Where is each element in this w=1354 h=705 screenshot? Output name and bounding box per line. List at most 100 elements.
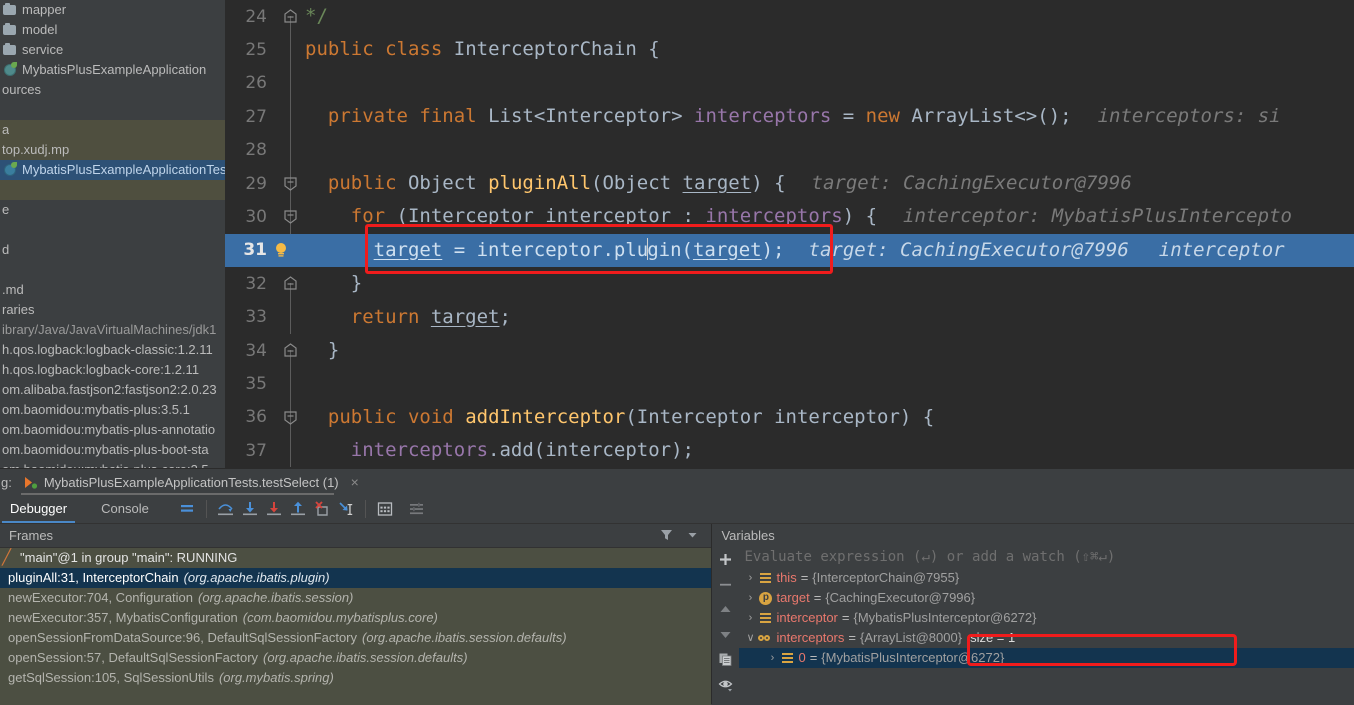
- show-execution-point-icon[interactable]: [175, 498, 199, 520]
- code-line-26[interactable]: 26: [225, 66, 1354, 101]
- tree-item[interactable]: ources: [0, 80, 225, 100]
- tree-item[interactable]: top.xudj.mp: [0, 140, 225, 160]
- tree-item[interactable]: mapper: [0, 0, 225, 20]
- tree-item[interactable]: d: [0, 240, 225, 260]
- copy-value-icon[interactable]: [715, 650, 737, 668]
- fold-collapse-icon[interactable]: [283, 343, 298, 358]
- code-line-27[interactable]: 27 private final List<Interceptor> inter…: [225, 100, 1354, 134]
- tree-item[interactable]: om.baomidou:mybatis-plus:3.5.1: [0, 400, 225, 420]
- tree-item[interactable]: [0, 220, 225, 240]
- chevron-right-icon[interactable]: ›: [765, 648, 779, 668]
- settings-icon[interactable]: [405, 498, 429, 520]
- code-line-32[interactable]: 32 }: [225, 267, 1354, 301]
- code-line-25[interactable]: 25 public class InterceptorChain {: [225, 33, 1354, 67]
- tree-item[interactable]: e: [0, 200, 225, 220]
- frame-row[interactable]: openSessionFromDataSource:96, DefaultSql…: [0, 628, 711, 648]
- fold-expand-icon[interactable]: [283, 176, 298, 191]
- fold-gutter[interactable]: [277, 434, 305, 468]
- remove-watch-icon[interactable]: [715, 575, 737, 593]
- argument-target[interactable]: target: [693, 239, 762, 261]
- chevron-right-icon[interactable]: ›: [743, 588, 757, 608]
- tree-item[interactable]: om.baomidou:mybatis-plus-annotatio: [0, 420, 225, 440]
- chevron-down-icon[interactable]: [686, 528, 699, 544]
- step-out-icon[interactable]: [286, 498, 310, 520]
- thread-row[interactable]: ╱ "main"@1 in group "main": RUNNING: [0, 548, 711, 568]
- tree-item[interactable]: MybatisPlusExampleApplication: [0, 60, 225, 80]
- variable-row[interactable]: › 0 = {MybatisPlusInterceptor@6272}: [739, 648, 1354, 668]
- fold-gutter[interactable]: [277, 200, 305, 234]
- filter-icon[interactable]: [659, 527, 674, 545]
- fold-expand-icon[interactable]: [283, 209, 298, 225]
- tree-item[interactable]: h.qos.logback:logback-core:1.2.11: [0, 360, 225, 380]
- fold-gutter[interactable]: [277, 166, 305, 201]
- variable-row[interactable]: › this = {InterceptorChain@7955}: [739, 568, 1354, 588]
- variables-tree[interactable]: Evaluate expression (↵) or add a watch (…: [739, 547, 1354, 704]
- method-name-addinterceptor[interactable]: addInterceptor: [465, 406, 625, 428]
- step-over-icon[interactable]: [214, 498, 238, 520]
- tree-item[interactable]: model: [0, 20, 225, 40]
- code-line-31-current[interactable]: 31 target = interceptor.plugin(target); t…: [225, 233, 1354, 268]
- fold-collapse-icon[interactable]: [283, 9, 298, 24]
- tree-item[interactable]: om.baomidou:mybatis-plus-core:3.5.: [0, 460, 225, 468]
- field-interceptors[interactable]: interceptors: [705, 205, 842, 227]
- tree-item[interactable]: a: [0, 120, 225, 140]
- tree-item[interactable]: .md: [0, 280, 225, 300]
- code-line-33[interactable]: 33 return target;: [225, 300, 1354, 334]
- variable-row[interactable]: ∨ interceptors = {ArrayList@8000} size = 1: [739, 628, 1354, 648]
- frame-row[interactable]: newExecutor:704, Configuration (org.apach…: [0, 588, 711, 608]
- fold-gutter[interactable]: [277, 267, 305, 301]
- code-line-37[interactable]: 37 interceptors.add(interceptor);: [225, 434, 1354, 468]
- fold-gutter[interactable]: [277, 100, 305, 134]
- param-target[interactable]: target: [683, 172, 752, 194]
- tree-item[interactable]: [0, 260, 225, 280]
- tree-item[interactable]: raries: [0, 300, 225, 320]
- tree-item[interactable]: service: [0, 40, 225, 60]
- variable-row[interactable]: › interceptor = {MybatisPlusInterceptor@627…: [739, 608, 1354, 628]
- code-line-29[interactable]: 29 public Object pluginAll(Object target…: [225, 166, 1354, 201]
- inline-debug-hint-interceptor[interactable]: interceptor: [1159, 239, 1285, 261]
- frame-row[interactable]: newExecutor:357, MybatisConfiguration (co…: [0, 608, 711, 628]
- chevron-right-icon[interactable]: ›: [743, 608, 757, 628]
- evaluate-expression-input[interactable]: Evaluate expression (↵) or add a watch (…: [739, 547, 1354, 568]
- fold-collapse-icon[interactable]: [283, 276, 298, 291]
- code-line-35[interactable]: 35: [225, 367, 1354, 401]
- field-interceptors[interactable]: interceptors: [351, 439, 488, 461]
- fold-gutter[interactable]: [277, 334, 305, 368]
- fold-gutter[interactable]: [277, 300, 305, 334]
- run-configuration-tab[interactable]: MybatisPlusExampleApplicationTests.testS…: [23, 469, 359, 495]
- tree-item[interactable]: [0, 180, 225, 200]
- tree-item[interactable]: om.alibaba.fastjson2:fastjson2:2.0.23: [0, 380, 225, 400]
- fold-gutter[interactable]: [277, 33, 305, 67]
- code-line-24[interactable]: 24 */: [225, 0, 1354, 34]
- tree-item[interactable]: ibrary/Java/JavaVirtualMachines/jdk1: [0, 320, 225, 340]
- move-up-icon[interactable]: [715, 600, 737, 618]
- fold-gutter[interactable]: [277, 133, 305, 167]
- code-line-28[interactable]: 28: [225, 133, 1354, 167]
- code-line-30[interactable]: 30 for (Interceptor interceptor : interc…: [225, 200, 1354, 234]
- variable-target[interactable]: target: [374, 239, 443, 261]
- frame-row[interactable]: pluginAll:31, InterceptorChain (org.apach…: [0, 568, 712, 588]
- inline-debug-hint[interactable]: target: CachingExecutor@7996: [812, 172, 1132, 194]
- evaluate-expression-icon[interactable]: [373, 498, 397, 520]
- code-editor[interactable]: 24 */ 25 public class InterceptorChain {…: [225, 0, 1354, 468]
- run-to-cursor-icon[interactable]: [334, 498, 358, 520]
- inline-debug-hint[interactable]: interceptor: MybatisPlusIntercepto: [903, 205, 1292, 227]
- inline-debug-hint-target[interactable]: target: CachingExecutor@7996: [809, 239, 1129, 261]
- move-down-icon[interactable]: [715, 625, 737, 643]
- chevron-right-icon[interactable]: ›: [743, 568, 757, 588]
- drop-frame-icon[interactable]: [310, 498, 334, 520]
- tab-console[interactable]: Console: [91, 495, 159, 523]
- step-into-icon[interactable]: [238, 498, 262, 520]
- tree-item[interactable]: h.qos.logback:logback-classic:1.2.11: [0, 340, 225, 360]
- variable-row[interactable]: › target={CachingExecutor@7996}: [739, 588, 1354, 608]
- fold-gutter[interactable]: [277, 66, 305, 101]
- fold-gutter[interactable]: [277, 367, 305, 401]
- close-icon[interactable]: ×: [351, 474, 359, 490]
- code-line-34[interactable]: 34 }: [225, 334, 1354, 368]
- fold-gutter[interactable]: [277, 0, 305, 34]
- tree-item[interactable]: MybatisPlusExampleApplicationTes: [0, 160, 225, 180]
- tree-item[interactable]: om.baomidou:mybatis-plus-boot-sta: [0, 440, 225, 460]
- fold-gutter[interactable]: [277, 400, 305, 435]
- frame-row[interactable]: openSession:57, DefaultSqlSessionFactory…: [0, 648, 711, 668]
- frame-row[interactable]: getSqlSession:105, SqlSessionUtils (org.m…: [0, 668, 711, 688]
